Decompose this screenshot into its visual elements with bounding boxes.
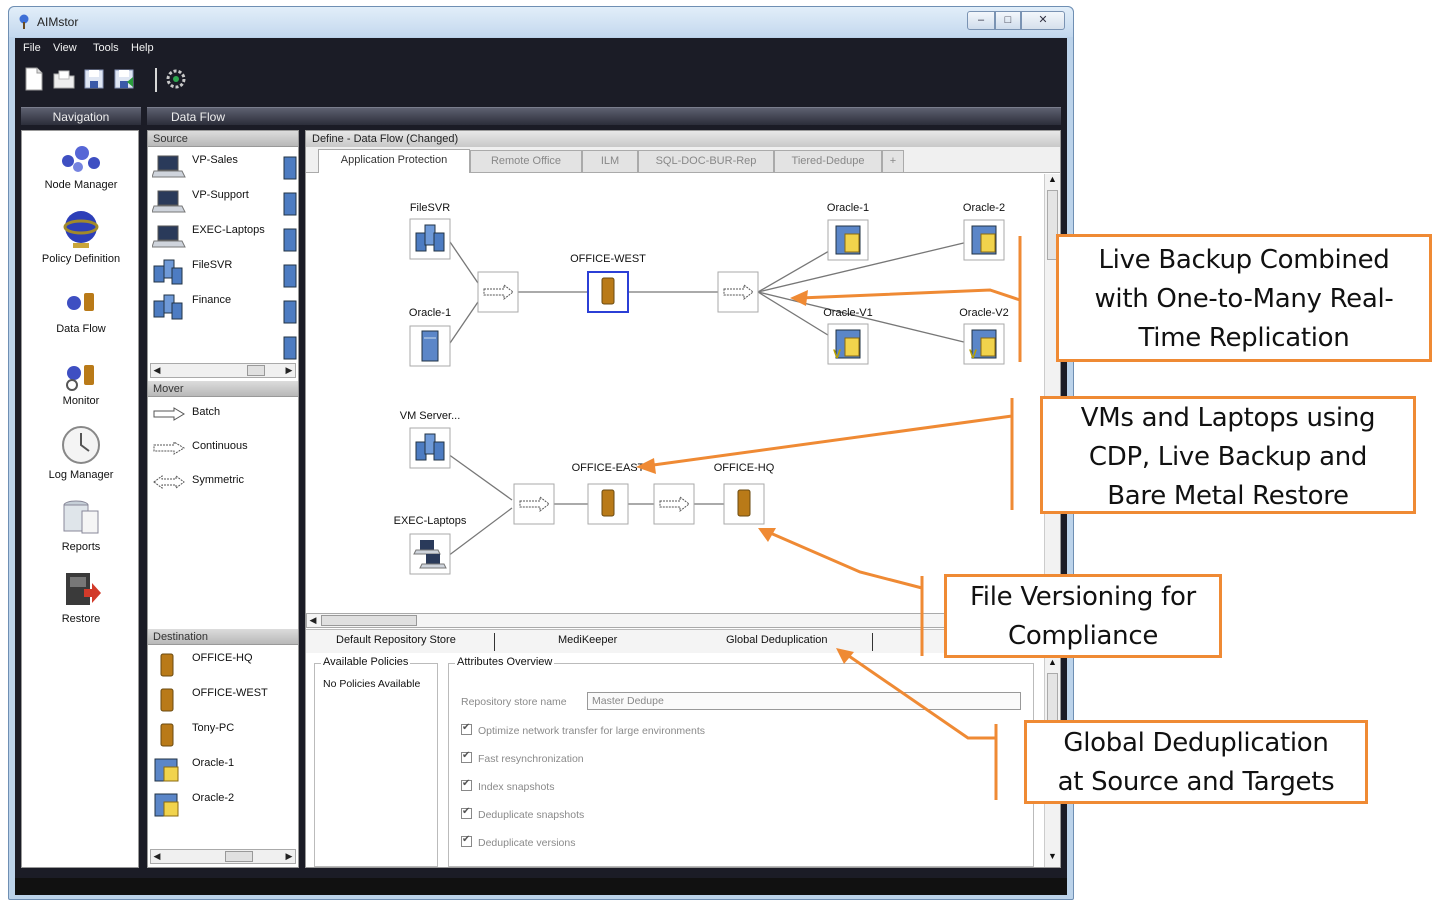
callout-line: Time Replication [1138,323,1350,353]
annotation-arrowheads [636,290,854,664]
callout-line: at Source and Targets [1057,767,1335,797]
callout-global-dedup: Global Deduplication at Source and Targe… [1024,720,1368,804]
callout-line: VMs and Laptops using [1080,403,1376,433]
callout-line: Live Backup Combined [1098,245,1390,275]
callout-line: Bare Metal Restore [1107,481,1349,511]
annotation-arrows [645,288,1021,740]
callout-line: Compliance [1007,621,1159,651]
callout-line: Global Deduplication [1063,728,1329,758]
callout-vms-laptops: VMs and Laptops using CDP, Live Backup a… [1040,396,1416,514]
callout-line: File Versioning for [970,582,1196,612]
callout-line: with One-to-Many Real- [1094,284,1394,314]
callout-file-versioning: File Versioning for Compliance [944,574,1222,658]
callout-live-backup: Live Backup Combined with One-to-Many Re… [1056,234,1432,362]
callout-line: CDP, Live Backup and [1088,442,1368,472]
